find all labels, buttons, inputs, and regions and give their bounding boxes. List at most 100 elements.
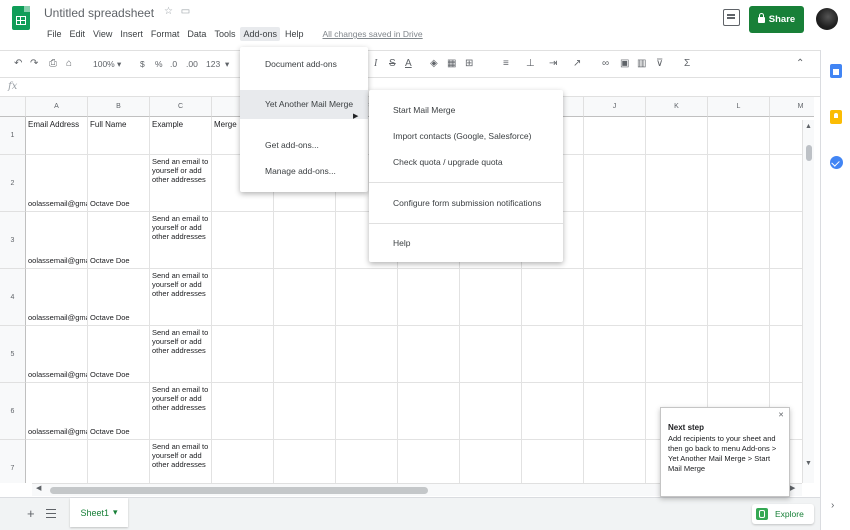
italic-icon[interactable]: I (374, 57, 377, 71)
table-cell[interactable] (584, 440, 646, 483)
all-sheets-icon[interactable] (46, 509, 56, 518)
table-cell[interactable]: Send an email to yourself or add other a… (150, 155, 212, 212)
insert-comment-icon[interactable]: ▣ (620, 57, 629, 71)
scroll-down-icon[interactable]: ▼ (805, 460, 812, 467)
menu-item-start-mail-merge[interactable]: Start Mail Merge (393, 105, 455, 115)
menu-tools[interactable]: Tools (211, 27, 238, 41)
sheet-tab[interactable]: Sheet1 ▾ (70, 498, 128, 527)
table-cell[interactable] (460, 326, 522, 383)
table-cell[interactable] (398, 440, 460, 483)
comments-icon[interactable] (723, 9, 740, 26)
menu-item-manage-addons[interactable]: Manage add-ons... (265, 166, 336, 176)
scroll-up-icon[interactable]: ▲ (805, 123, 812, 130)
table-cell[interactable] (212, 440, 274, 483)
menu-item-help[interactable]: Help (393, 238, 410, 248)
add-sheet-icon[interactable]: + (27, 507, 35, 520)
menu-help[interactable]: Help (282, 27, 307, 41)
percent-format-button[interactable]: % (155, 57, 163, 71)
table-cell[interactable] (336, 269, 398, 326)
table-cell[interactable]: oolassemail@gma (26, 212, 88, 269)
decrease-decimal-button[interactable]: .0 (170, 57, 177, 71)
table-cell[interactable]: Send an email to yourself or add other a… (150, 383, 212, 440)
document-title[interactable]: Untitled spreadsheet (44, 6, 154, 20)
table-cell[interactable] (708, 117, 770, 155)
table-cell[interactable] (522, 440, 584, 483)
explore-button[interactable]: Explore (752, 504, 814, 524)
more-formats-button[interactable]: 123 (206, 57, 220, 71)
row-header[interactable]: 2 (0, 155, 26, 212)
table-cell[interactable] (584, 155, 646, 212)
text-color-icon[interactable]: A (405, 57, 412, 71)
table-cell[interactable]: oolassemail@gma (26, 440, 88, 483)
vertical-scroll-thumb[interactable] (806, 145, 812, 161)
table-cell[interactable]: oolassemail@gma (26, 383, 88, 440)
zoom-select[interactable]: 100% (93, 57, 115, 71)
table-cell[interactable]: Octave Doe (88, 440, 150, 483)
menu-file[interactable]: File (44, 27, 65, 41)
keep-icon[interactable] (830, 110, 842, 124)
table-cell[interactable] (646, 326, 708, 383)
row-header[interactable]: 1 (0, 117, 26, 155)
table-cell[interactable]: Send an email to yourself or add other a… (150, 440, 212, 483)
table-cell[interactable]: Send an email to yourself or add other a… (150, 269, 212, 326)
merge-cells-icon[interactable]: ⊞ (465, 57, 473, 71)
menu-view[interactable]: View (90, 27, 115, 41)
insert-link-icon[interactable]: ∞ (602, 57, 609, 71)
table-cell[interactable] (584, 326, 646, 383)
table-cell[interactable] (522, 383, 584, 440)
table-cell[interactable] (646, 212, 708, 269)
table-cell[interactable]: Full Name (88, 117, 150, 155)
table-cell[interactable] (522, 326, 584, 383)
vertical-scrollbar[interactable]: ▲ ▼ (802, 120, 814, 483)
select-all-corner[interactable] (0, 97, 26, 117)
table-cell[interactable] (708, 155, 770, 212)
table-cell[interactable] (274, 440, 336, 483)
table-cell[interactable] (708, 269, 770, 326)
table-cell[interactable] (708, 212, 770, 269)
undo-icon[interactable]: ↶ (14, 57, 22, 71)
save-status-link[interactable]: All changes saved in Drive (323, 29, 423, 39)
table-cell[interactable] (584, 383, 646, 440)
menu-format[interactable]: Format (148, 27, 183, 41)
scroll-right-icon[interactable]: ▶ (790, 484, 795, 492)
horizontal-align-icon[interactable]: ≡ (503, 57, 509, 71)
table-cell[interactable]: Example (150, 117, 212, 155)
table-cell[interactable] (212, 326, 274, 383)
table-cell[interactable] (584, 117, 646, 155)
row-header[interactable]: 5 (0, 326, 26, 383)
table-cell[interactable] (584, 269, 646, 326)
sheets-logo-icon[interactable] (12, 6, 30, 30)
table-cell[interactable] (336, 440, 398, 483)
increase-decimal-button[interactable]: .00 (186, 57, 198, 71)
table-cell[interactable] (460, 383, 522, 440)
table-cell[interactable] (212, 383, 274, 440)
fill-color-icon[interactable]: ◈ (430, 57, 438, 71)
table-cell[interactable] (212, 269, 274, 326)
row-header[interactable]: 3 (0, 212, 26, 269)
zoom-dropdown-icon[interactable]: ▾ (117, 57, 121, 71)
tasks-icon[interactable] (830, 156, 843, 169)
print-icon[interactable]: ⎙ (49, 57, 57, 71)
horizontal-scroll-thumb[interactable] (50, 487, 428, 494)
filter-icon[interactable]: ⊽ (656, 57, 663, 71)
vertical-align-icon[interactable]: ⊥ (526, 57, 535, 71)
table-cell[interactable] (646, 269, 708, 326)
table-cell[interactable]: oolassemail@gma (26, 155, 88, 212)
table-cell[interactable]: Octave Doe (88, 383, 150, 440)
column-header-a[interactable]: A (26, 97, 88, 117)
column-header-c[interactable]: C (150, 97, 212, 117)
table-cell[interactable]: oolassemail@gma (26, 326, 88, 383)
star-icon[interactable]: ☆ (163, 6, 174, 17)
table-cell[interactable] (398, 383, 460, 440)
menu-item-configure-notifications[interactable]: Configure form submission notifications (393, 198, 541, 208)
menu-item-check-quota[interactable]: Check quota / upgrade quota (393, 157, 503, 167)
table-cell[interactable] (522, 269, 584, 326)
collapse-menus-icon[interactable]: ⌃ (796, 58, 804, 69)
menu-item-document-addons[interactable]: Document add-ons (265, 59, 337, 69)
row-header[interactable]: 6 (0, 383, 26, 440)
table-cell[interactable]: Send an email to yourself or add other a… (150, 212, 212, 269)
table-cell[interactable] (274, 326, 336, 383)
column-header-j[interactable]: J (584, 97, 646, 117)
table-cell[interactable] (460, 269, 522, 326)
expand-panel-icon[interactable]: › (831, 500, 834, 511)
